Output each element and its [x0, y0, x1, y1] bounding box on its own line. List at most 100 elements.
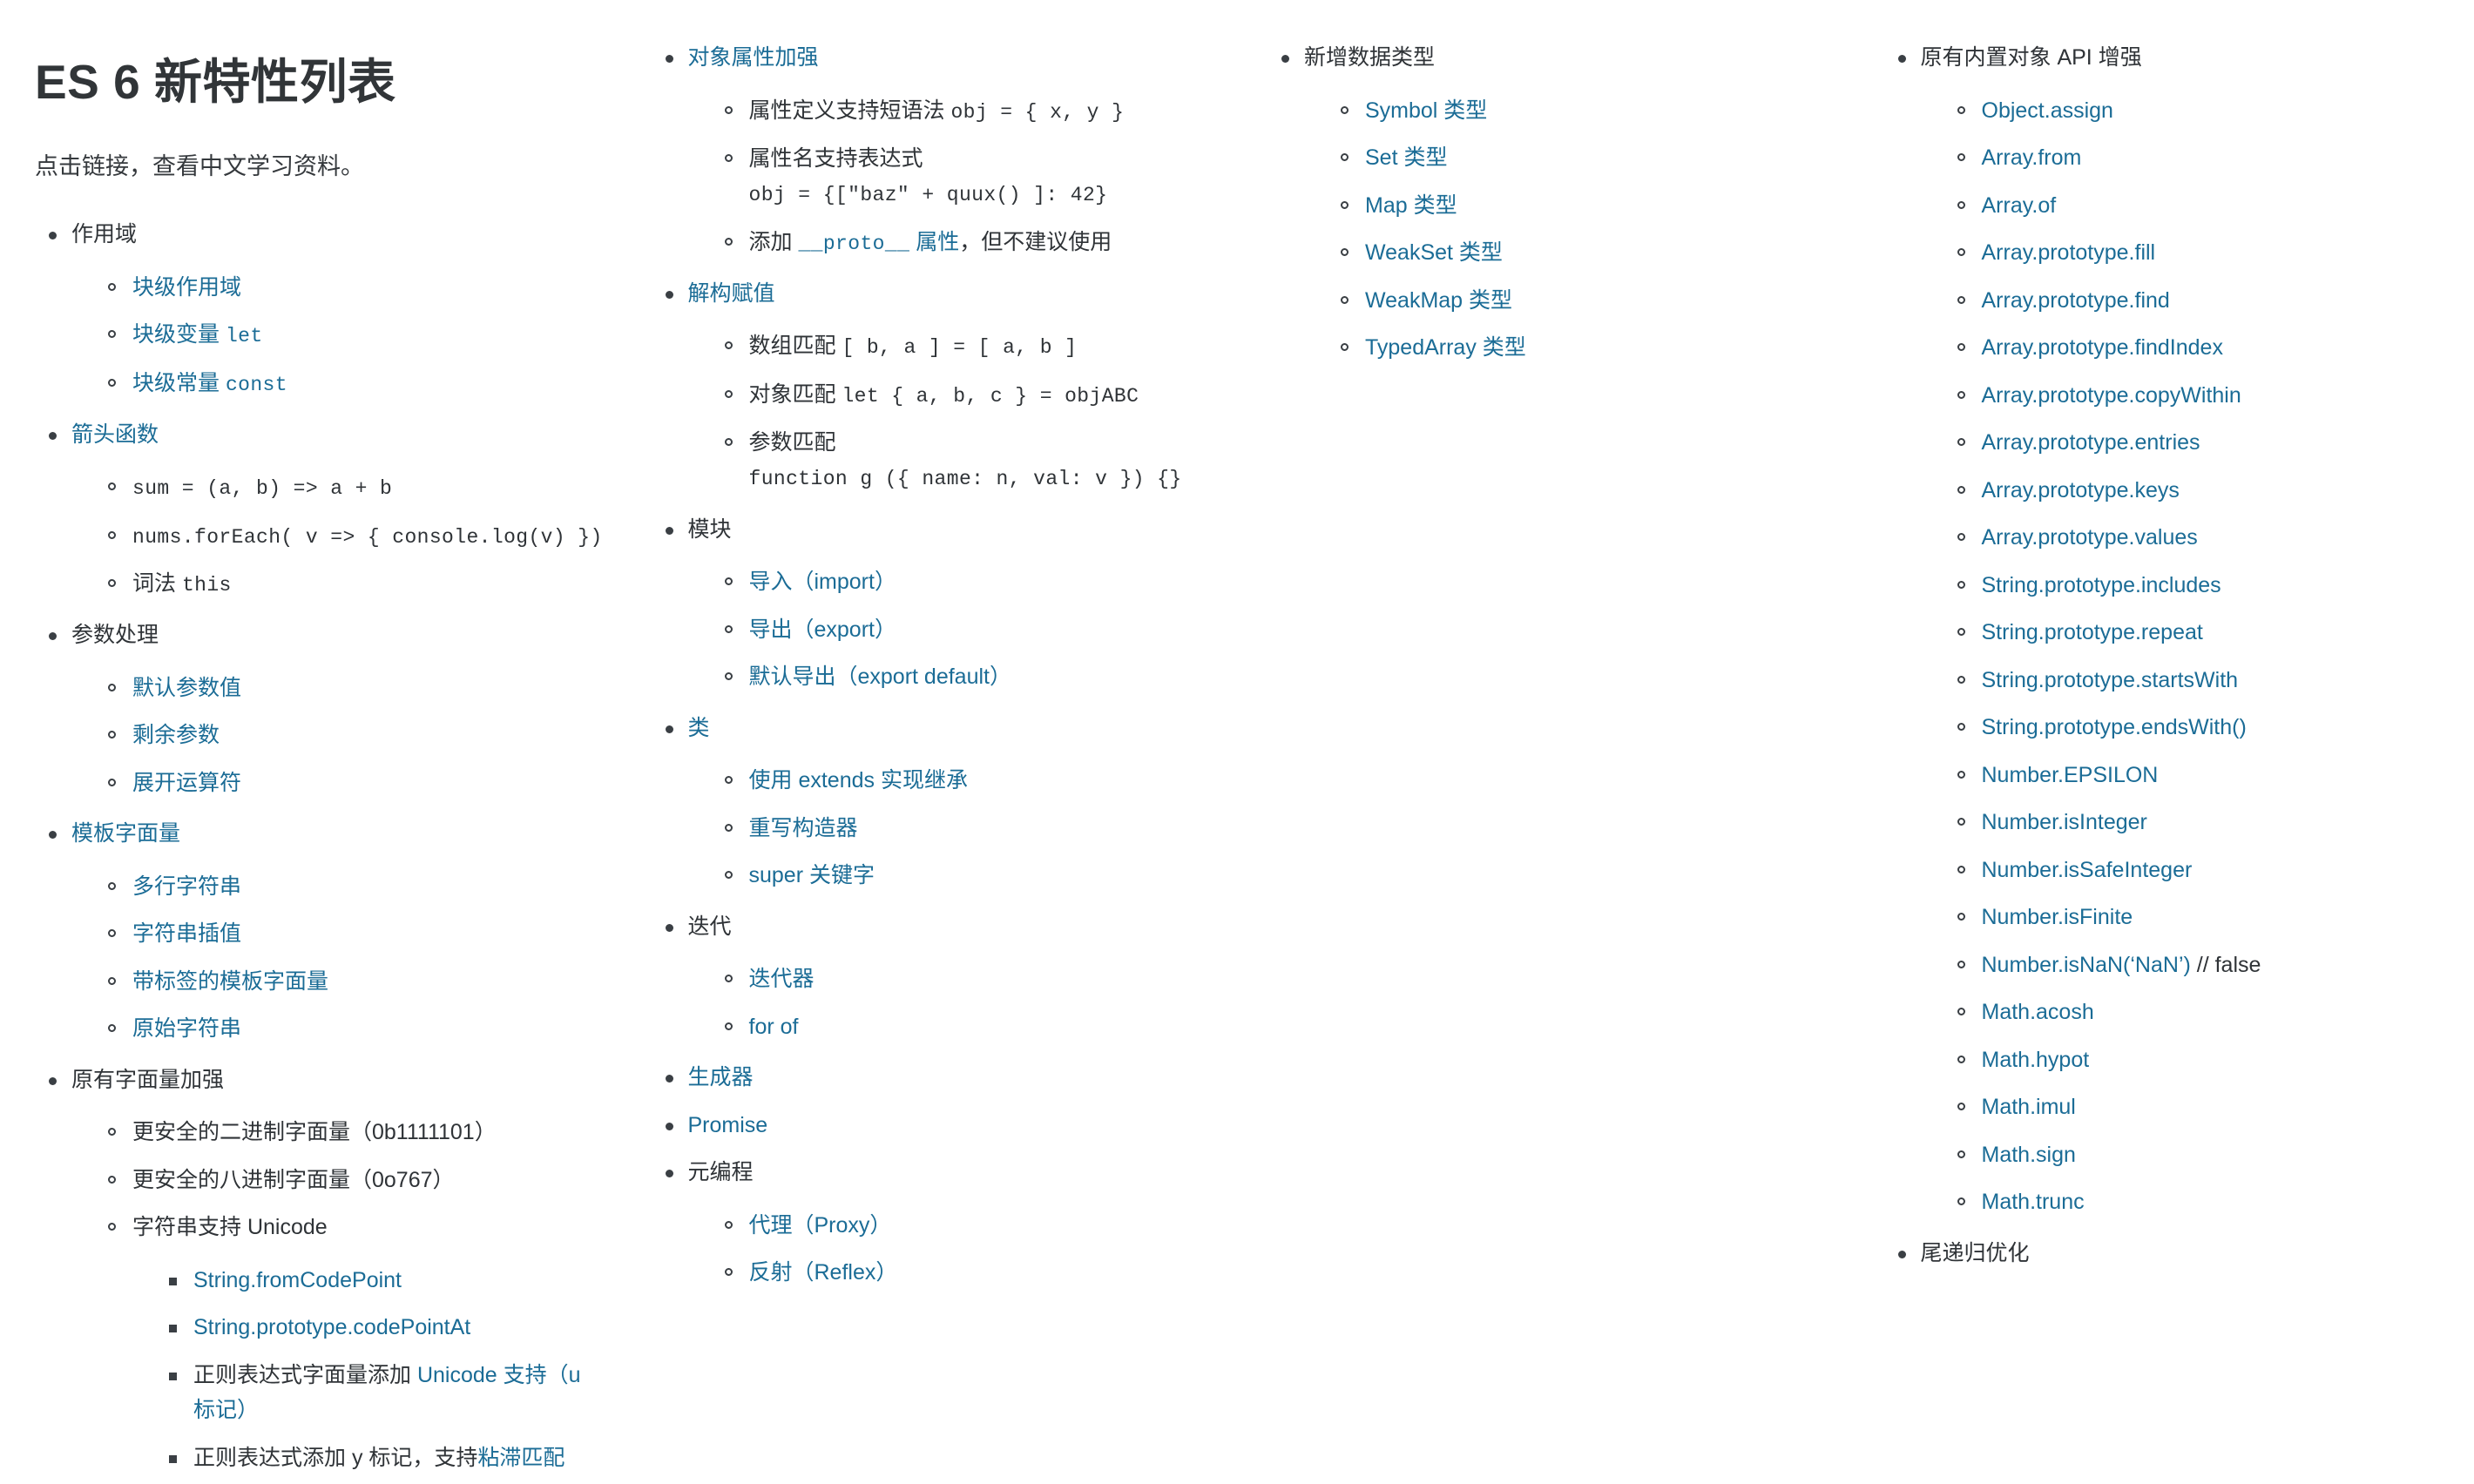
- feature-link[interactable]: Math.hypot: [1982, 1048, 2090, 1072]
- sublist: 使用 extends 实现继承 重写构造器 super 关键字: [711, 763, 1213, 894]
- feature-link[interactable]: Array.of: [1982, 193, 2057, 218]
- feature-link[interactable]: Number.isInteger: [1982, 810, 2147, 834]
- feature-link[interactable]: 箭头函数: [71, 422, 159, 447]
- feature-link[interactable]: WeakMap 类型: [1365, 288, 1512, 313]
- list-item-item: 词法 this: [94, 566, 596, 602]
- code-snippet: obj = { x, y }: [950, 100, 1125, 124]
- feature-link[interactable]: Array.prototype.fill: [1982, 240, 2156, 265]
- label-text: 字符串插值: [132, 921, 242, 947]
- feature-link[interactable]: Array.prototype.entries: [1982, 430, 2200, 455]
- feature-link[interactable]: Math.acosh: [1982, 1000, 2094, 1024]
- feature-link[interactable]: Array.prototype.findIndex: [1982, 335, 2223, 360]
- list-item-array-prototype-values: Array.prototype.values: [1943, 520, 2445, 556]
- feature-link[interactable]: 解构赋值: [688, 281, 775, 306]
- feature-link[interactable]: Number.EPSILON: [1982, 763, 2159, 787]
- feature-link[interactable]: 默认导出（export default）: [749, 664, 1012, 689]
- circle-outline-bullet-icon: [108, 330, 116, 339]
- circle-outline-bullet-icon: [108, 1175, 116, 1184]
- label-text: for of: [748, 1014, 799, 1039]
- list-item-array-of: Array.of: [1943, 188, 2445, 224]
- feature-link[interactable]: Math.trunc: [1982, 1190, 2085, 1214]
- feature-link[interactable]: String.prototype.codePointAt: [193, 1315, 470, 1339]
- feature-link[interactable]: WeakSet 类型: [1365, 240, 1503, 265]
- feature-link[interactable]: Array.prototype.keys: [1982, 478, 2180, 503]
- feature-link[interactable]: super 关键字: [749, 863, 875, 887]
- feature-link[interactable]: 块级常量 const: [132, 371, 287, 396]
- list-item-for-of: for of: [711, 1009, 1213, 1045]
- square-bullet-icon: [169, 1325, 177, 1333]
- label-text: Map 类型: [1365, 192, 1457, 218]
- list-item-number-isfinite: Number.isFinite: [1943, 900, 2445, 935]
- feature-link[interactable]: 导出（export）: [749, 617, 896, 642]
- feature-link[interactable]: 模板字面量: [71, 821, 180, 846]
- feature-link[interactable]: 重写构造器: [749, 816, 858, 840]
- disc-bullet-icon: [665, 923, 673, 932]
- feature-label: 词法 this: [132, 571, 232, 597]
- feature-link[interactable]: Set 类型: [1365, 145, 1447, 170]
- feature-link[interactable]: Object.assign: [1982, 98, 2113, 123]
- feature-link[interactable]: Array.prototype.find: [1982, 288, 2170, 313]
- circle-outline-bullet-icon: [724, 672, 733, 680]
- feature-link[interactable]: Number.isFinite: [1982, 905, 2133, 929]
- feature-link[interactable]: String.prototype.repeat: [1982, 620, 2203, 644]
- inline-feature-link[interactable]: __proto__ 属性: [798, 229, 960, 255]
- feature-link[interactable]: 默认参数值: [132, 676, 241, 700]
- circle-outline-bullet-icon: [1957, 960, 1965, 968]
- feature-link[interactable]: 块级变量 let: [132, 322, 263, 347]
- inline-link-text: 属性: [909, 229, 960, 254]
- feature-link[interactable]: Array.prototype.values: [1982, 525, 2198, 550]
- list-item-weakmap: WeakMap 类型: [1327, 283, 1828, 319]
- feature-link[interactable]: String.prototype.startsWith: [1982, 668, 2239, 692]
- label-text: TypedArray 类型: [1365, 335, 1526, 360]
- disc-bullet-icon: [49, 632, 57, 641]
- list-item-item: 对象匹配 let { a, b, c } = objABC: [711, 377, 1213, 413]
- feature-label: 参数处理: [71, 623, 159, 647]
- feature-link[interactable]: Number.isNaN(‘NaN’): [1982, 953, 2191, 977]
- feature-link[interactable]: TypedArray 类型: [1365, 335, 1526, 360]
- list-item-string-prototype-includes: String.prototype.includes: [1943, 568, 2445, 604]
- feature-link[interactable]: Array.prototype.copyWithin: [1982, 383, 2241, 408]
- code-snippet: [ b, a ] = [ a, b ]: [842, 336, 1078, 360]
- circle-outline-bullet-icon: [108, 976, 116, 985]
- feature-link[interactable]: Number.isSafeInteger: [1982, 858, 2193, 882]
- feature-link[interactable]: Math.sign: [1982, 1143, 2076, 1167]
- feature-link[interactable]: 反射（Reflex）: [749, 1260, 898, 1285]
- feature-link[interactable]: Promise: [688, 1113, 768, 1137]
- inline-feature-link[interactable]: 粘滞匹配: [477, 1446, 564, 1470]
- feature-link[interactable]: 迭代器: [749, 967, 815, 991]
- feature-link[interactable]: for of: [749, 1015, 799, 1039]
- feature-link[interactable]: 导入（import）: [749, 570, 896, 594]
- feature-link[interactable]: Map 类型: [1365, 193, 1457, 218]
- feature-link[interactable]: 字符串插值: [132, 921, 241, 946]
- feature-link[interactable]: 类: [688, 716, 710, 740]
- square-bullet-icon: [169, 1454, 177, 1463]
- feature-link[interactable]: Symbol 类型: [1365, 98, 1487, 123]
- list-item-item: 默认参数值: [94, 671, 596, 706]
- feature-link[interactable]: 对象属性加强: [688, 45, 819, 70]
- feature-link[interactable]: 生成器: [688, 1065, 754, 1089]
- feature-link[interactable]: String.prototype.includes: [1982, 573, 2221, 597]
- feature-link[interactable]: 展开运算符: [132, 771, 241, 795]
- label-text: 正则表达式添加 y 标记，支持: [193, 1445, 478, 1470]
- feature-link[interactable]: 使用 extends 实现继承: [749, 768, 968, 793]
- feature-link[interactable]: String.fromCodePoint: [193, 1268, 402, 1292]
- list-item-item: 重写构造器: [711, 811, 1213, 847]
- feature-link[interactable]: 原始字符串: [132, 1016, 241, 1041]
- page-subtitle: 点击链接，查看中文学习资料。: [35, 152, 364, 179]
- label-text: 对象匹配: [748, 381, 842, 407]
- sublist: Symbol 类型 Set 类型 Map 类型 WeakSet 类型 WeakMap 类…: [1327, 93, 1828, 366]
- circle-outline-bullet-icon: [724, 776, 733, 784]
- feature-link[interactable]: 多行字符串: [132, 874, 241, 899]
- feature-link[interactable]: 块级作用域: [132, 275, 241, 300]
- label-text: Number.isSafeInteger: [1981, 857, 2193, 882]
- feature-link[interactable]: Array.from: [1982, 145, 2082, 170]
- label-text: Array.prototype.find: [1981, 287, 2170, 313]
- disc-bullet-icon: [665, 290, 673, 299]
- label-text: 数组匹配: [748, 334, 842, 359]
- feature-link[interactable]: 代理（Proxy）: [749, 1213, 892, 1238]
- feature-link[interactable]: 带标签的模板字面量: [132, 969, 328, 994]
- feature-link[interactable]: 剩余参数: [132, 723, 220, 747]
- feature-link[interactable]: Math.imul: [1982, 1095, 2076, 1119]
- code-snippet: let { a, b, c } = objABC: [842, 384, 1139, 408]
- feature-link[interactable]: String.prototype.endsWith(): [1982, 715, 2247, 739]
